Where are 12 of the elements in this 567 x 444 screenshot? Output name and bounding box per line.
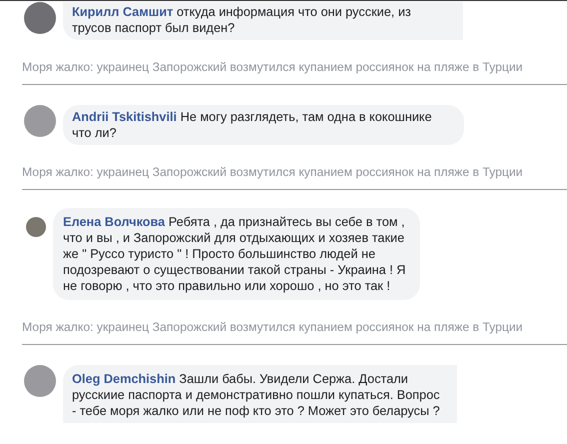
author-link[interactable]: Кирилл Самшит <box>72 5 174 19</box>
comment-text: Oleg Demchishin Зашли бабы. Увидели Сержа. Достали русскиие паспорта и демонстративно пошли купаться. Вопрос - тебе моря жалко или не поф кто это ? Может это беларусы ? <box>72 371 441 419</box>
comment-text: Елена Волчкова Ребята , да признайтесь вы себе в том , что и вы , и Запорожский для отдыхающих и хозяев такие же " Руссо туристо " ! Просто большинство людей не подозревают о существовании такой страны - Украина ! Я не говорю , что это правильно или хорошо , но это так ! <box>63 214 407 294</box>
avatar[interactable] <box>24 105 56 137</box>
comment-text: Кирилл Самшит откуда информация что они русские, из трусов паспорт был виден? <box>72 4 412 36</box>
author-link[interactable]: Andrii Tskitishvili <box>72 110 177 124</box>
author-link[interactable]: Елена Волчкова <box>63 215 165 229</box>
avatar[interactable] <box>24 365 56 397</box>
comment-text: Andrii Tskitishvili Не могу разглядеть, там одна в кокошнике что ли? <box>72 109 433 141</box>
avatar[interactable] <box>26 217 46 237</box>
author-link[interactable]: Oleg Demchishin <box>72 372 176 386</box>
avatar[interactable] <box>24 2 56 34</box>
